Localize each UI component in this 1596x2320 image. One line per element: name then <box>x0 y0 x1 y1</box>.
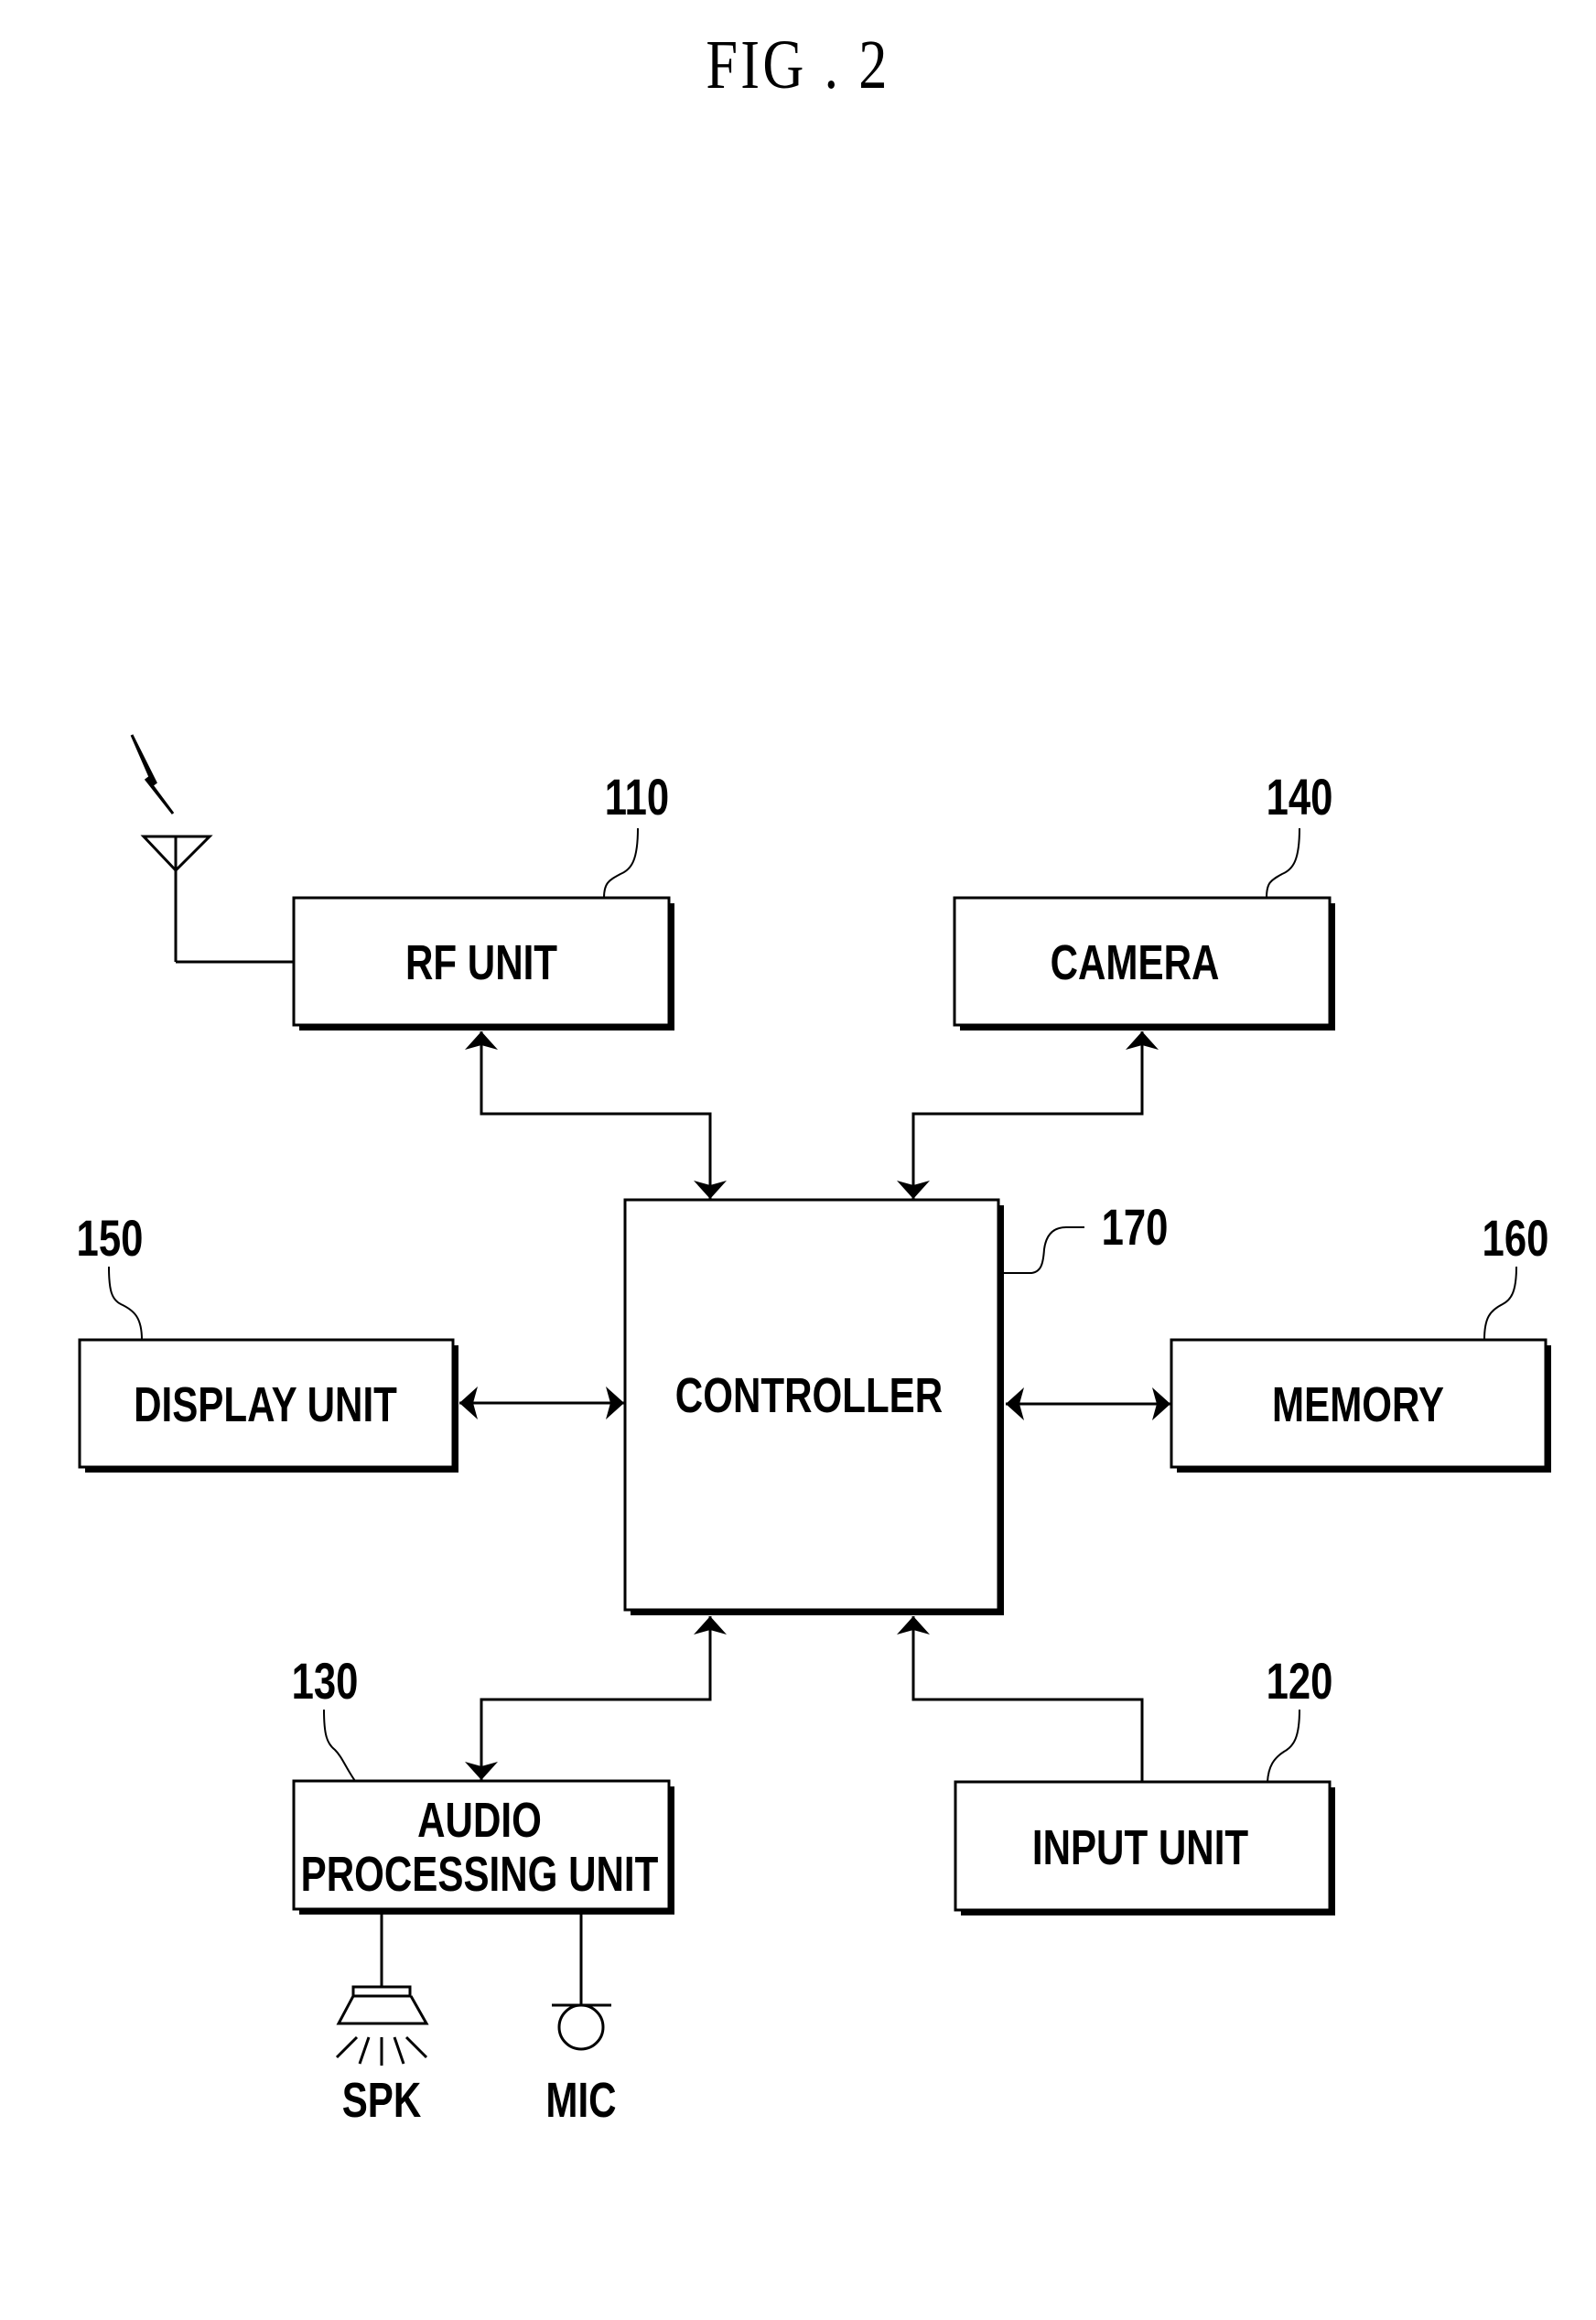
antenna-icon <box>130 734 294 964</box>
controller-label: CONTROLLER <box>675 1368 943 1423</box>
rf-controller-arrow <box>465 1031 727 1199</box>
display-unit-block: DISPLAY UNIT 150 <box>77 1210 458 1473</box>
audio-processing-unit-block: AUDIO PROCESSING UNIT 130 <box>292 1653 674 1915</box>
rf-unit-ref: 110 <box>605 769 669 825</box>
input-unit-ref: 120 <box>1267 1653 1333 1710</box>
block-diagram: RF UNIT 110 CAMERA 140 CONTROLLER 170 DI… <box>77 734 1551 2128</box>
display-unit-label: DISPLAY UNIT <box>134 1377 397 1432</box>
audio-label-line2: PROCESSING UNIT <box>301 1847 659 1902</box>
camera-ref: 140 <box>1267 769 1333 825</box>
audio-controller-arrow <box>465 1616 727 1780</box>
speaker-icon <box>335 1915 429 2066</box>
microphone-icon <box>552 1915 611 2051</box>
memory-block: MEMORY 160 <box>1170 1210 1551 1473</box>
audio-ref: 130 <box>292 1653 359 1710</box>
camera-controller-arrow <box>897 1031 1159 1199</box>
display-unit-ref: 150 <box>77 1210 144 1267</box>
rf-unit-block: RF UNIT 110 <box>292 769 674 1031</box>
camera-label: CAMERA <box>1051 935 1220 990</box>
controller-block: CONTROLLER 170 <box>623 1198 1169 1615</box>
input-unit-label: INPUT UNIT <box>1032 1820 1249 1875</box>
camera-block: CAMERA 140 <box>953 769 1335 1031</box>
input-controller-arrow <box>897 1616 1144 1782</box>
memory-ref: 160 <box>1483 1210 1549 1267</box>
rf-unit-label: RF UNIT <box>405 935 557 990</box>
microphone-label: MIC <box>545 2073 616 2128</box>
speaker-label: SPK <box>342 2073 422 2128</box>
controller-ref: 170 <box>1102 1199 1169 1256</box>
audio-label-line1: AUDIO <box>417 1793 542 1848</box>
lightning-icon <box>130 734 175 815</box>
input-unit-block: INPUT UNIT 120 <box>954 1653 1335 1915</box>
memory-label: MEMORY <box>1272 1377 1444 1432</box>
